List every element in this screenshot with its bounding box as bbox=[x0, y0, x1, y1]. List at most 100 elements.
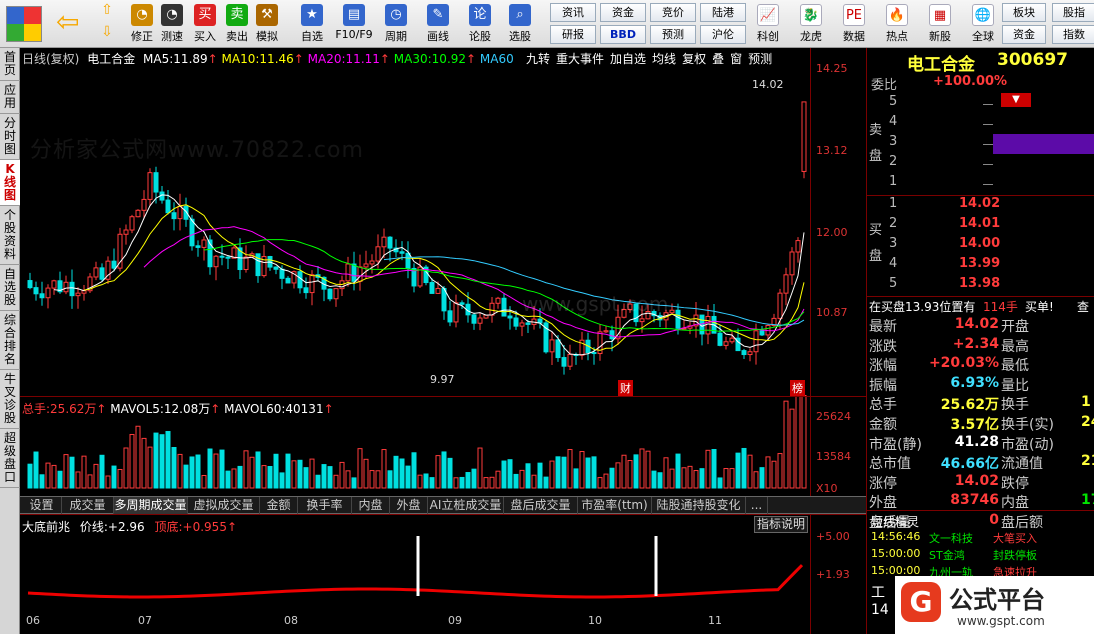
volume-bar bbox=[63, 454, 69, 489]
toolbar-板块-button[interactable]: 板块 bbox=[1002, 3, 1046, 22]
buy-level[interactable]: 2 14.01 bbox=[867, 216, 1094, 236]
stat-label: 总市值 bbox=[869, 456, 911, 473]
toolbar-label: 科创 bbox=[757, 30, 779, 43]
total-value: 25.62万 bbox=[50, 402, 97, 416]
stat-label-2: 流通值 bbox=[1001, 456, 1043, 473]
news-stock: 文一科技 bbox=[929, 532, 973, 545]
queue-text: 在买盘13.93位置有 bbox=[869, 300, 976, 314]
sidebar-tab-8[interactable]: 超级盘口 bbox=[0, 429, 20, 488]
toolbar-BBD-button[interactable]: BBD bbox=[600, 25, 646, 44]
toolbar-研报-button[interactable]: 研报 bbox=[550, 25, 596, 44]
toolbar-label: 数据 bbox=[843, 30, 865, 43]
bang-badge[interactable]: 榜 bbox=[790, 380, 805, 396]
buy-level[interactable]: 5 13.98 bbox=[867, 276, 1094, 296]
indicator-tab-6[interactable]: 内盘 bbox=[352, 497, 390, 514]
toolbar-search-button[interactable]: ⌕ 选股 bbox=[500, 2, 540, 46]
sell-level-num: 5 bbox=[889, 94, 898, 109]
toolbar-dragon-button[interactable]: 🐉 龙虎 bbox=[791, 2, 831, 46]
indicator-tab-7[interactable]: 外盘 bbox=[390, 497, 428, 514]
candle-body bbox=[189, 218, 195, 247]
sidebar-tab-label: 综合排名 bbox=[4, 313, 17, 366]
toolbar-资金-button[interactable]: 资金 bbox=[1002, 25, 1046, 44]
sidebar-tab-4[interactable]: 个股资料 bbox=[0, 206, 20, 265]
indicator-help-button[interactable]: 指标说明 bbox=[754, 516, 808, 533]
indicator-tab-12[interactable]: ... bbox=[746, 497, 768, 514]
queue-buy-button[interactable]: 买单! bbox=[1025, 298, 1054, 315]
toolbar-pe-button[interactable]: PE 数据 bbox=[834, 2, 874, 46]
candle-body bbox=[123, 229, 129, 235]
quote-panel: 电工合金 300697 委比 +100.00% ▼ 卖盘 5 4 3 2 1 买盘 1 14.02 2 14.… bbox=[866, 48, 1094, 634]
kline-chart[interactable]: 日线(复权) 电工合金 MA5:11.89↑ MA10:11.46↑ MA20:… bbox=[20, 48, 866, 634]
toolbar-globe-button[interactable]: 🌐 全球 bbox=[963, 2, 1003, 46]
sidebar-tab-2[interactable]: 分时图 bbox=[0, 114, 20, 160]
indicator-tab-8[interactable]: AI立桩成交量 bbox=[428, 497, 504, 514]
indicator-tab-11[interactable]: 陆股通持股变化 bbox=[652, 497, 746, 514]
candle-body bbox=[327, 288, 333, 300]
sidebar-tab-6[interactable]: 综合排名 bbox=[0, 311, 20, 370]
toolbar-资讯-button[interactable]: 资讯 bbox=[550, 3, 596, 22]
toolbar-sell-button[interactable]: 卖卖出 bbox=[222, 2, 252, 46]
indicator-tab-0[interactable]: 设置 bbox=[22, 497, 62, 514]
volume-bar bbox=[399, 458, 405, 489]
volume-bar bbox=[321, 464, 327, 489]
sidebar-tab-0[interactable]: 首页 bbox=[0, 48, 20, 81]
toolbar-clock-button[interactable]: ◷ 周期 bbox=[376, 2, 416, 46]
toolbar-star-button[interactable]: ★ 自选 bbox=[292, 2, 332, 46]
volume-bar bbox=[675, 453, 681, 489]
sell-level[interactable]: 5 bbox=[867, 94, 1094, 114]
app-logo-icon[interactable] bbox=[6, 6, 42, 42]
cai-badge[interactable]: 财 bbox=[618, 380, 633, 396]
toolbar-预测-button[interactable]: 预测 bbox=[650, 25, 696, 44]
candle-body bbox=[789, 251, 795, 276]
star-icon: ★ bbox=[301, 4, 323, 26]
indicator-tab-3[interactable]: 虚拟成交量 bbox=[188, 497, 260, 514]
indicator-tab-5[interactable]: 换手率 bbox=[298, 497, 352, 514]
toolbar-f10-button[interactable]: ▤ F10/F9 bbox=[334, 2, 374, 46]
candle-body bbox=[513, 317, 519, 327]
candle-body bbox=[381, 236, 387, 248]
sell-level[interactable]: 4 bbox=[867, 114, 1094, 134]
toolbar-buy-button[interactable]: 买买入 bbox=[190, 2, 220, 46]
sidebar-tab-1[interactable]: 应用 bbox=[0, 81, 20, 114]
sidebar-tab-7[interactable]: 牛叉诊股 bbox=[0, 370, 20, 429]
volume-tick-2: X10 bbox=[816, 482, 838, 495]
toolbar-资金-button[interactable]: 资金 bbox=[600, 3, 646, 22]
toolbar-speed-button[interactable]: ◔ 测速 bbox=[154, 2, 190, 46]
sidebar-tab-5[interactable]: 自选股 bbox=[0, 265, 20, 311]
toolbar-fire-button[interactable]: 🔥 热点 bbox=[877, 2, 917, 46]
indicator-tab-1[interactable]: 成交量 bbox=[62, 497, 114, 514]
toolbar-pencil-button[interactable]: ✎ 画线 bbox=[418, 2, 458, 46]
sidebar-tab-3[interactable]: K线图 bbox=[0, 160, 20, 206]
indicator-tab-9[interactable]: 盘后成交量 bbox=[504, 497, 578, 514]
toolbar-comment-button[interactable]: 论论股 bbox=[460, 2, 500, 46]
brand-logo-text: 公式平台 bbox=[949, 586, 1045, 614]
toolbar-沪伦-button[interactable]: 沪伦 bbox=[700, 25, 746, 44]
queue-more-button[interactable]: 查 bbox=[1077, 298, 1089, 315]
buy-level[interactable]: 4 13.99 bbox=[867, 256, 1094, 276]
volume-bar bbox=[387, 470, 393, 489]
toolbar-chart-button[interactable]: 📈 科创 bbox=[748, 2, 788, 46]
buy-level[interactable]: 1 14.02 bbox=[867, 196, 1094, 216]
candle-body bbox=[591, 352, 597, 355]
candle-body bbox=[753, 330, 759, 353]
sell-level[interactable]: 2 bbox=[867, 154, 1094, 174]
toolbar-指数-button[interactable]: 指数 bbox=[1052, 25, 1094, 44]
up-arrow-icon[interactable]: ⇧ bbox=[96, 2, 118, 22]
sell-level[interactable]: 1 bbox=[867, 174, 1094, 194]
toolbar-new-button[interactable]: ▦ 新股 bbox=[920, 2, 960, 46]
toolbar-hammer-button[interactable]: ⚒ 模拟 bbox=[252, 2, 282, 46]
toolbar-股指-button[interactable]: 股指 bbox=[1052, 3, 1094, 22]
toolbar-label: 龙虎 bbox=[800, 30, 822, 43]
top-bottom-value: +0.955 bbox=[182, 520, 227, 534]
toolbar-竞价-button[interactable]: 竞价 bbox=[650, 3, 696, 22]
candle-body bbox=[603, 330, 609, 333]
volume-bar bbox=[765, 456, 771, 489]
candle-body bbox=[51, 280, 57, 289]
indicator-tab-10[interactable]: 市盈率(ttm) bbox=[578, 497, 652, 514]
indicator-tab-4[interactable]: 金额 bbox=[260, 497, 298, 514]
toolbar-陆港-button[interactable]: 陆港 bbox=[700, 3, 746, 22]
buy-level[interactable]: 3 14.00 bbox=[867, 236, 1094, 256]
back-arrow-icon[interactable]: ⇦ bbox=[56, 8, 86, 38]
down-arrow-icon[interactable]: ⇩ bbox=[96, 24, 118, 44]
indicator-tab-2[interactable]: 多周期成交量 bbox=[114, 497, 188, 514]
